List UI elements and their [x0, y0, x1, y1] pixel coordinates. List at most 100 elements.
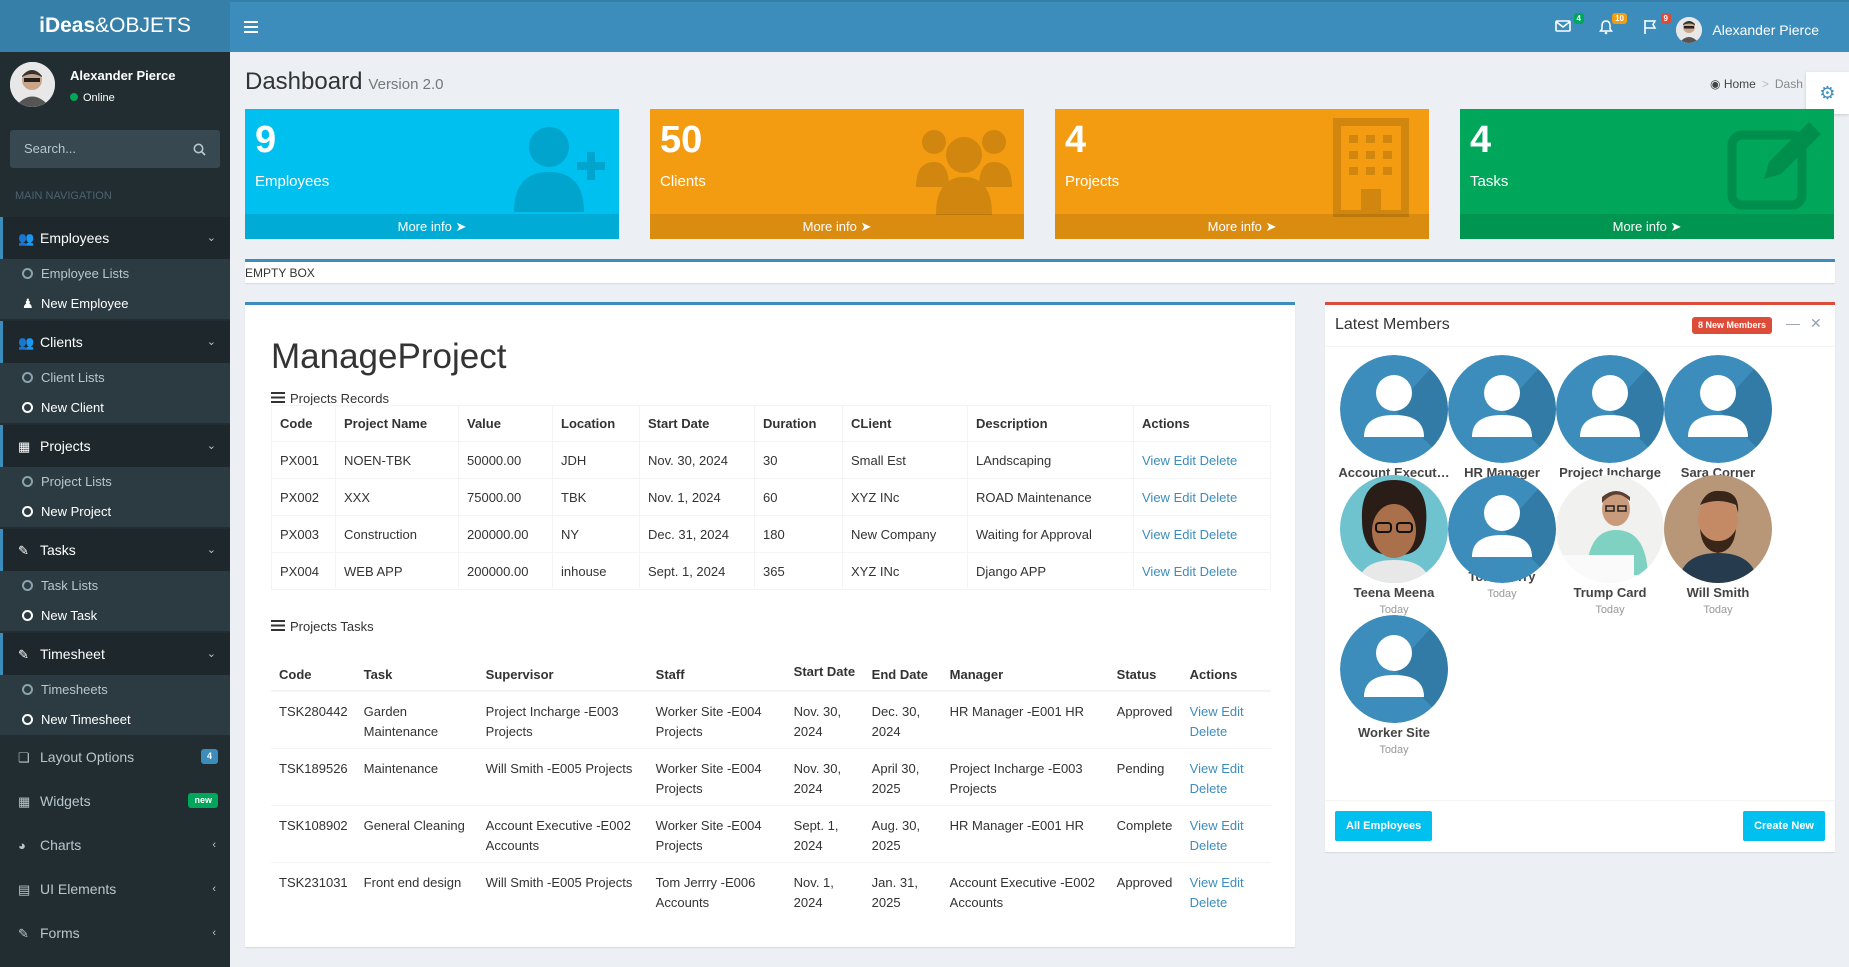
table-cell: April 30, 2025 [863, 747, 942, 805]
delete-link[interactable]: Delete [1200, 453, 1238, 468]
close-icon: ✕ [1810, 315, 1822, 331]
sidebar-item-employee-lists[interactable]: Employee Lists [0, 259, 230, 289]
view-link[interactable]: View [1190, 875, 1218, 890]
empty-box: EMPTY BOX [245, 259, 1835, 283]
stat-box-employees: 9 Employees More info ➤ [245, 109, 619, 239]
member-card[interactable]: Teena Meena Today [1334, 475, 1454, 616]
user-menu[interactable]: Alexander Pierce [1676, 17, 1819, 43]
edit-link[interactable]: Edit [1174, 564, 1196, 579]
sidebar-item-tasks[interactable]: ✎ Tasks ⌄ [0, 529, 230, 571]
sidebar-item-new-project[interactable]: New Project [0, 497, 230, 527]
all-employees-button[interactable]: All Employees [1335, 811, 1433, 841]
view-link[interactable]: View [1190, 761, 1218, 776]
edit-link[interactable]: Edit [1221, 704, 1243, 719]
table-cell: 50000.00 [458, 441, 553, 479]
view-link[interactable]: View [1142, 527, 1170, 542]
member-name[interactable]: Worker Site [1334, 725, 1454, 740]
delete-link[interactable]: Delete [1200, 527, 1238, 542]
table-cell: inhouse [552, 552, 640, 590]
sidebar-user-name: Alexander Pierce [70, 68, 176, 83]
sidebar-item-timesheet[interactable]: ✎ Timesheet ⌄ [0, 633, 230, 675]
manage-project-title: ManageProject [271, 337, 507, 376]
laptop-icon: ▤ [18, 882, 31, 897]
sidebar-item-new-timesheet[interactable]: New Timesheet [0, 705, 230, 735]
view-link[interactable]: View [1142, 453, 1170, 468]
member-name[interactable]: Trump Card [1550, 585, 1670, 600]
edit-link[interactable]: Edit [1221, 875, 1243, 890]
edit-link[interactable]: Edit [1174, 453, 1196, 468]
actions-cell: View Edit Delete [1181, 804, 1271, 862]
edit-icon: ✎ [18, 543, 29, 558]
view-link[interactable]: View [1190, 818, 1218, 833]
sidebar-item-clients[interactable]: 👥 Clients ⌄ [0, 321, 230, 363]
member-card[interactable]: Worker Site Today [1334, 615, 1454, 756]
edit-link[interactable]: Edit [1221, 818, 1243, 833]
sidebar-item-project-lists[interactable]: Project Lists [0, 467, 230, 497]
th-icon: ▦ [18, 794, 31, 809]
edit-link[interactable]: Edit [1174, 490, 1196, 505]
messages-button[interactable]: 4 [1555, 13, 1584, 39]
more-info-link[interactable]: More info ➤ [245, 214, 619, 239]
projects-records-title: Projects Records [271, 391, 389, 406]
sidebar-item-client-lists[interactable]: Client Lists [0, 363, 230, 393]
user-add-icon: ♟ [22, 296, 34, 311]
table-cell: Dec. 31, 2024 [639, 515, 755, 553]
tasks-count-badge: 9 [1660, 13, 1671, 24]
member-date: Today [1487, 588, 1517, 600]
table-cell: Will Smith -E005 Projects [477, 861, 648, 919]
view-link[interactable]: View [1142, 490, 1170, 505]
member-name[interactable]: Will Smith [1658, 585, 1778, 600]
sidebar-item-employees[interactable]: 👥 Employees ⌄ [0, 217, 230, 259]
sidebar-item-new-client[interactable]: New Client [0, 393, 230, 423]
column-header: Supervisor [477, 643, 648, 692]
sidebar-item-forms[interactable]: ✎ Forms ‹ [0, 911, 230, 955]
more-info-link[interactable]: More info ➤ [1055, 214, 1429, 239]
view-link[interactable]: View [1142, 564, 1170, 579]
delete-link[interactable]: Delete [1200, 564, 1238, 579]
sidebar-item-task-lists[interactable]: Task Lists [0, 571, 230, 601]
edit-link[interactable]: Edit [1221, 761, 1243, 776]
settings-button[interactable]: ⚙ [1806, 72, 1849, 114]
sidebar-toggle-button[interactable] [244, 18, 260, 39]
column-header: Actions [1181, 643, 1271, 692]
tasks-button[interactable]: 9 [1642, 13, 1671, 39]
more-info-link[interactable]: More info ➤ [1460, 214, 1834, 239]
edit-link[interactable]: Edit [1174, 527, 1196, 542]
sidebar-item-new-task[interactable]: New Task [0, 601, 230, 631]
app-logo[interactable]: iDeas&OBJETS [0, 2, 230, 54]
chevron-down-icon: ⌄ [206, 648, 216, 660]
member-card[interactable]: Will Smith Today [1658, 475, 1778, 616]
member-card[interactable]: Trump Card Today [1550, 475, 1670, 616]
table-cell: Worker Site -E004 Projects [647, 747, 786, 805]
actions-cell: View Edit Delete [1181, 747, 1271, 805]
table-cell: XYZ INc [842, 552, 968, 590]
table-row: TSK231031 Front end design Will Smith -E00… [271, 861, 1271, 919]
create-new-button[interactable]: Create New [1743, 811, 1825, 841]
edit-icon: ✎ [18, 926, 29, 941]
sidebar-item-widgets[interactable]: ▦ Widgets new [0, 779, 230, 823]
delete-link[interactable]: Delete [1190, 724, 1228, 739]
delete-link[interactable]: Delete [1190, 781, 1228, 796]
table-header-row: Code Project Name Value Location Start D… [271, 405, 1271, 442]
delete-link[interactable]: Delete [1190, 838, 1228, 853]
member-name[interactable]: Teena Meena [1334, 585, 1454, 600]
search-icon[interactable] [193, 130, 206, 168]
more-info-link[interactable]: More info ➤ [650, 214, 1024, 239]
table-cell: PX002 [271, 478, 336, 516]
delete-link[interactable]: Delete [1200, 490, 1238, 505]
sidebar-search-input[interactable]: Search... [10, 130, 220, 168]
view-link[interactable]: View [1190, 704, 1218, 719]
notifications-button[interactable]: 10 [1598, 13, 1627, 39]
collapse-button[interactable]: — [1786, 315, 1800, 331]
breadcrumb-home-link[interactable]: Home [1724, 77, 1756, 91]
sidebar-item-timesheets[interactable]: Timesheets [0, 675, 230, 705]
close-button[interactable]: ✕ [1810, 315, 1822, 332]
sidebar-item-charts[interactable]: ◕ Charts ‹ [0, 823, 230, 867]
sidebar-item-new-employee[interactable]: ♟ New Employee [0, 289, 230, 319]
member-card[interactable]: Tom JerrryToday [1442, 475, 1562, 600]
table-cell: PX003 [271, 515, 336, 553]
sidebar-item-projects[interactable]: ▦ Projects ⌄ [0, 425, 230, 467]
sidebar-item-layout-options[interactable]: ❏ Layout Options 4 [0, 735, 230, 779]
delete-link[interactable]: Delete [1190, 895, 1228, 910]
sidebar-item-ui-elements[interactable]: ▤ UI Elements ‹ [0, 867, 230, 911]
